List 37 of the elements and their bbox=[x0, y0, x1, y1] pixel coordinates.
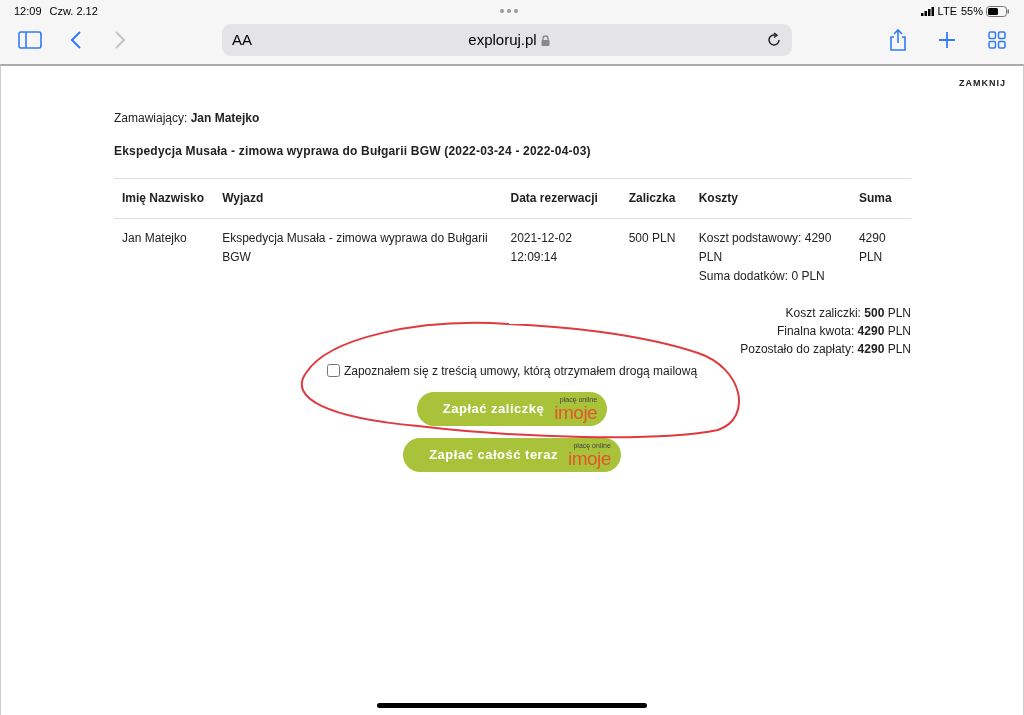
status-date: Czw. 2.12 bbox=[49, 3, 98, 19]
plus-icon[interactable] bbox=[938, 31, 956, 49]
close-link[interactable]: ZAMKNIJ bbox=[959, 77, 1006, 91]
table-cell: Ekspedycja Musała - zimowa wyprawa do Bułgarii BGW bbox=[214, 218, 503, 298]
status-time: 12:09 bbox=[14, 3, 42, 19]
agreement-checkbox[interactable] bbox=[326, 364, 340, 377]
more-dots-icon[interactable] bbox=[500, 9, 519, 13]
reload-icon[interactable] bbox=[766, 32, 782, 48]
table-cell: Jan Matejko bbox=[114, 218, 215, 298]
url-text: exploruj.pl bbox=[468, 29, 537, 50]
table-cell: 4290 PLN bbox=[850, 218, 911, 298]
table-cell: 2021-12-02 12:09:14 bbox=[502, 218, 621, 298]
column-header: Imię Nazwisko bbox=[114, 178, 215, 218]
summary-line: Koszt zaliczki: 500 PLN bbox=[785, 304, 911, 322]
agreement-label: Zapoznałem się z treścią umowy, którą otrzymałem drogą mailową bbox=[343, 362, 698, 380]
column-header: Zaliczka bbox=[620, 178, 691, 218]
table-cell: Koszt podstawowy: 4290 PLN Suma dodatków: 0 PLN bbox=[690, 218, 851, 298]
share-icon[interactable] bbox=[888, 28, 908, 52]
battery-percent: 55% bbox=[960, 3, 983, 19]
table-cell: 500 PLN bbox=[620, 218, 691, 298]
summary-line: Pozostało do zapłaty: 4290 PLN bbox=[740, 340, 911, 358]
lock-icon bbox=[540, 34, 550, 46]
orderer-text: Zamawiający: Jan Matejko bbox=[114, 109, 261, 127]
sidebar-icon[interactable] bbox=[18, 31, 42, 49]
column-header: Koszty bbox=[690, 178, 851, 218]
reader-button[interactable]: AA bbox=[232, 28, 252, 52]
battery-icon bbox=[986, 5, 1010, 17]
network-label: LTE bbox=[937, 3, 957, 19]
tabs-grid-icon[interactable] bbox=[988, 31, 1006, 49]
address-bar[interactable]: AA exploruj.pl bbox=[222, 24, 792, 56]
summary-line: Finalna kwota: 4290 PLN bbox=[776, 322, 911, 340]
back-icon[interactable] bbox=[70, 31, 82, 49]
column-header: Wyjazd bbox=[214, 178, 503, 218]
signal-icon bbox=[920, 6, 935, 16]
column-header: Data rezerwacji bbox=[502, 178, 621, 218]
trip-title: Ekspedycja Musała - zimowa wyprawa do Bułgarii BGW (2022-03-24 - 2022-04-03) bbox=[114, 142, 592, 160]
column-header: Suma bbox=[850, 178, 911, 218]
